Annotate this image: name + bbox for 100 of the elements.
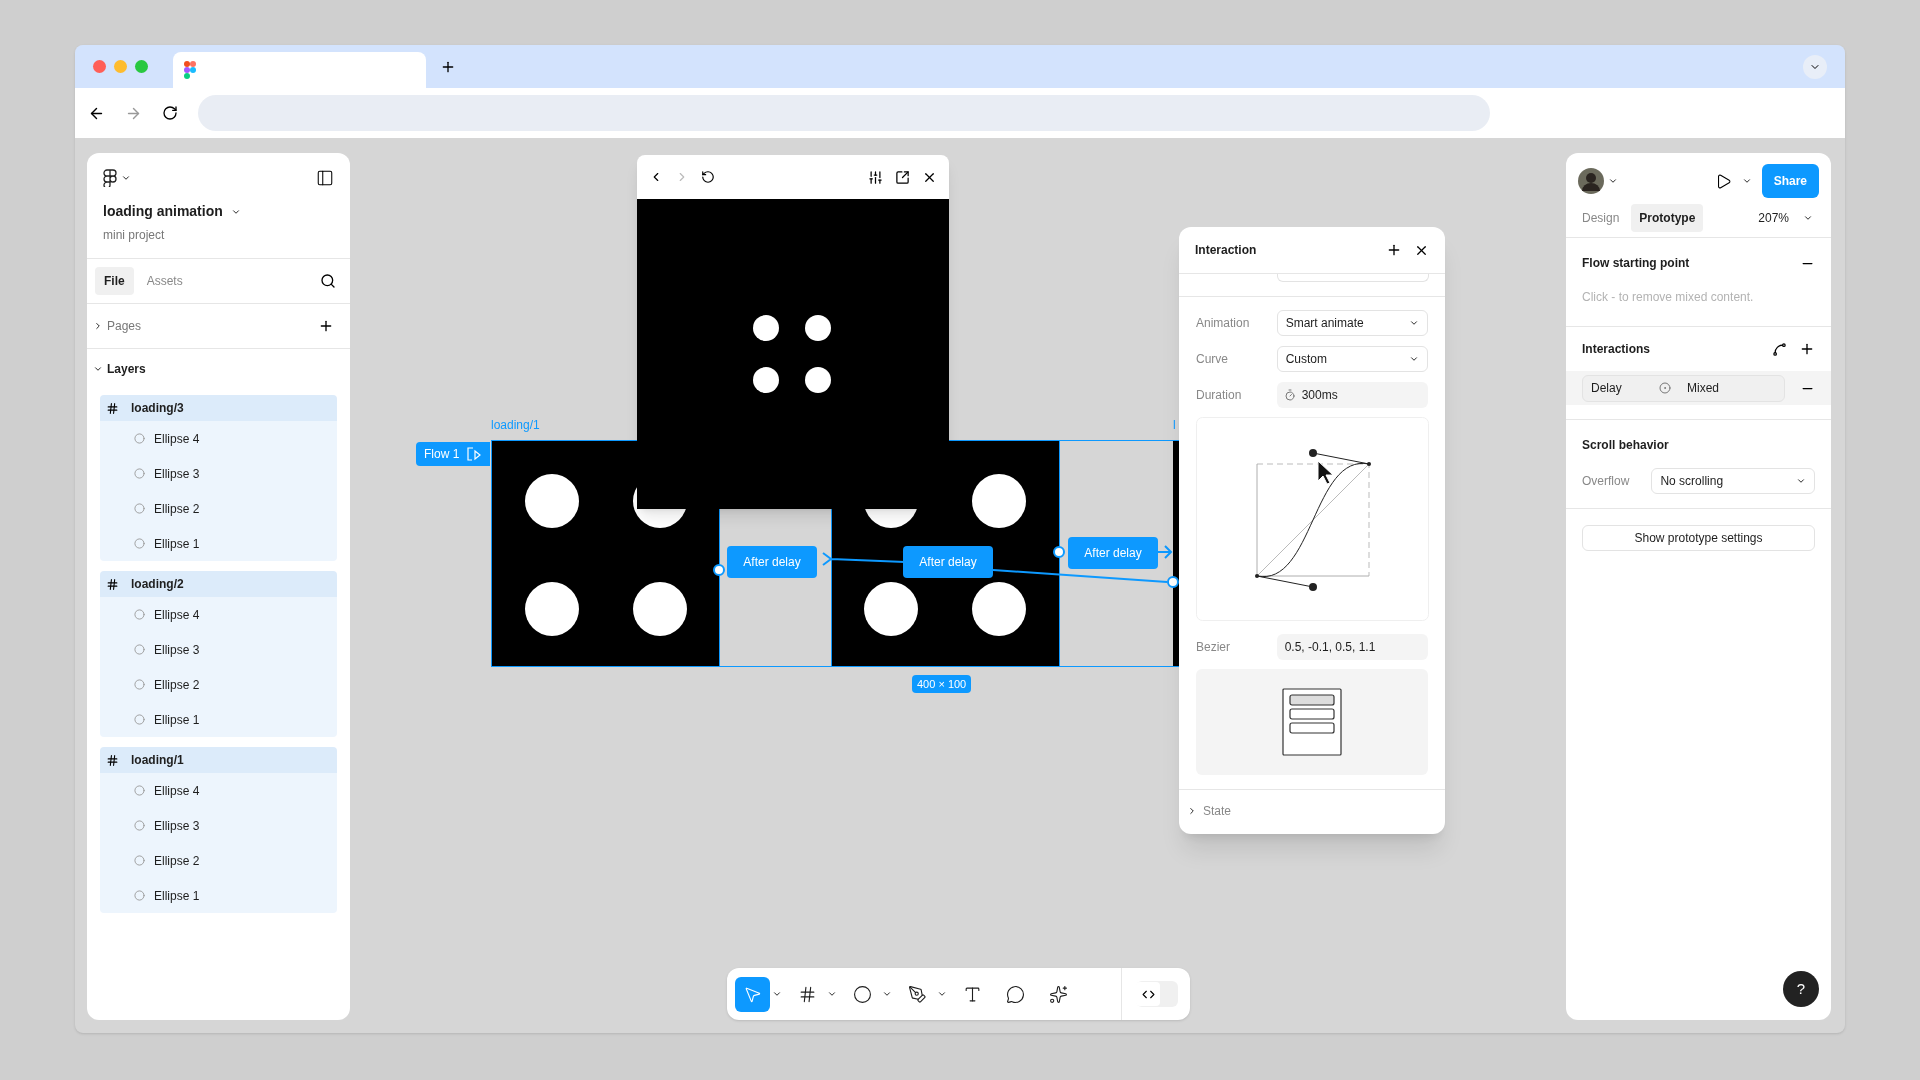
chevron-down-icon[interactable] [882,989,892,999]
field-label: Duration [1196,387,1243,404]
open-external-icon[interactable] [895,169,910,185]
chevron-down-icon [121,173,131,183]
trigger-label: Delay [1591,380,1623,397]
add-icon[interactable] [1799,341,1815,357]
chevron-down-icon[interactable] [937,989,947,999]
connection-icon[interactable] [1772,341,1787,357]
avatar[interactable] [1578,168,1604,194]
layer-name: Ellipse 4 [154,430,200,448]
layer-name: Ellipse 2 [154,676,200,694]
ellipse-icon [134,644,145,655]
chevron-right-icon[interactable] [93,321,103,331]
sliders-icon[interactable] [868,169,883,185]
action-label: Mixed [1687,380,1719,397]
layer-row[interactable]: loading/2 [100,571,337,597]
tab-list-button[interactable] [1803,54,1827,79]
panel-tab[interactable]: File [95,267,134,295]
section-title: Flow starting point [1582,255,1690,272]
target-icon [1659,382,1671,394]
chevron-down-icon[interactable] [1741,176,1752,186]
layer-row[interactable]: Ellipse 2 [100,491,337,526]
restart-icon[interactable] [701,170,715,184]
panel-title: Interaction [1195,242,1257,259]
chevron-down-icon[interactable] [827,989,837,999]
ellipse-icon [134,433,145,444]
bezier-field[interactable]: 0.5, -0.1, 0.5, 1.1 [1276,634,1428,660]
panel-tab[interactable]: Prototype [1631,204,1704,232]
section-title[interactable]: State [1203,802,1232,820]
section-title: Interactions [1582,341,1650,358]
sparkles-icon [1049,984,1068,1004]
layer-row[interactable]: Ellipse 2 [100,667,337,702]
frame-icon [106,401,119,415]
layer-name: loading/2 [131,576,184,593]
layer-row[interactable]: Ellipse 4 [100,421,337,456]
layer-name: Ellipse 1 [154,887,200,905]
layer-name: loading/1 [131,752,184,769]
frame-label: loading/1 [491,417,540,434]
pen-icon [908,984,927,1004]
layer-row[interactable]: Ellipse 3 [100,808,337,843]
connector-handle[interactable] [713,564,725,576]
panel-tab[interactable]: Design [1574,204,1628,232]
layer-name: Ellipse 4 [154,782,200,800]
layer-row[interactable]: Ellipse 4 [100,597,337,632]
layer-row[interactable]: Ellipse 3 [100,456,337,491]
circle-icon [853,984,872,1004]
figma-outline-icon [103,169,117,187]
chevron-down-icon [1409,354,1419,364]
duration-field[interactable]: 300ms [1276,382,1428,408]
hash-icon [798,984,817,1004]
add-page-icon[interactable] [318,318,334,334]
connector-arrow[interactable] [992,569,1179,588]
layer-name: Ellipse 1 [154,711,200,729]
prototype-settings-button[interactable]: Show prototype settings [1582,525,1815,551]
add-icon[interactable] [1386,242,1402,258]
file-name[interactable]: loading animation [103,201,223,222]
layer-row[interactable]: Ellipse 1 [100,702,337,737]
panel-tab[interactable]: Assets [137,267,192,295]
section-title: Scroll behavior [1581,437,1670,454]
dev-mode-toggle[interactable] [1136,981,1178,1007]
ellipse-icon [134,855,145,866]
dropdown[interactable]: Custom [1276,346,1428,372]
chevron-down-icon[interactable] [772,989,782,999]
layer-name: Ellipse 4 [154,606,200,624]
ellipse-icon [134,890,145,901]
layer-row[interactable]: Ellipse 4 [100,773,337,808]
layer-row[interactable]: loading/3 [100,395,337,421]
layer-row[interactable]: Ellipse 3 [100,632,337,667]
main-menu-button[interactable] [103,169,131,187]
ellipse-icon [134,609,145,620]
size-badge: 400 × 100 [912,675,972,693]
help-button[interactable]: ? [1783,971,1819,1007]
project-name: mini project [102,227,166,244]
reload-icon[interactable] [162,105,178,121]
dropdown[interactable]: Smart animate [1276,310,1428,336]
ellipse-icon [134,820,145,831]
zoom-level[interactable]: 207% [1758,209,1789,227]
layers-heading[interactable]: Layers [107,360,146,378]
layer-row[interactable]: loading/1 [100,747,337,773]
chevron-down-icon[interactable] [93,364,103,374]
chevron-right-icon[interactable] [1187,806,1197,816]
layer-name: loading/3 [131,400,184,417]
layer-row[interactable]: Ellipse 2 [100,843,337,878]
layer-row[interactable]: Ellipse 1 [100,526,337,561]
layer-name: Ellipse 3 [154,465,200,483]
search-icon[interactable] [320,273,336,289]
figma-logo-icon [184,61,196,79]
overflow-dropdown[interactable]: No scrolling [1651,468,1815,494]
layer-name: Ellipse 1 [154,535,200,553]
chevron-down-icon[interactable] [1803,213,1813,223]
layout-preview-icon [1282,688,1342,756]
field-label: Animation [1196,315,1251,332]
layer-name: Ellipse 2 [154,500,200,518]
connector-arrow[interactable] [822,552,906,566]
sidebar-toggle-icon[interactable] [316,169,334,187]
chevron-down-icon[interactable] [1608,176,1618,186]
pages-heading[interactable]: Pages [107,317,142,335]
interaction-row[interactable]: Delay Mixed [1582,374,1785,402]
input-field[interactable] [1277,274,1429,282]
layer-row[interactable]: Ellipse 1 [100,878,337,913]
